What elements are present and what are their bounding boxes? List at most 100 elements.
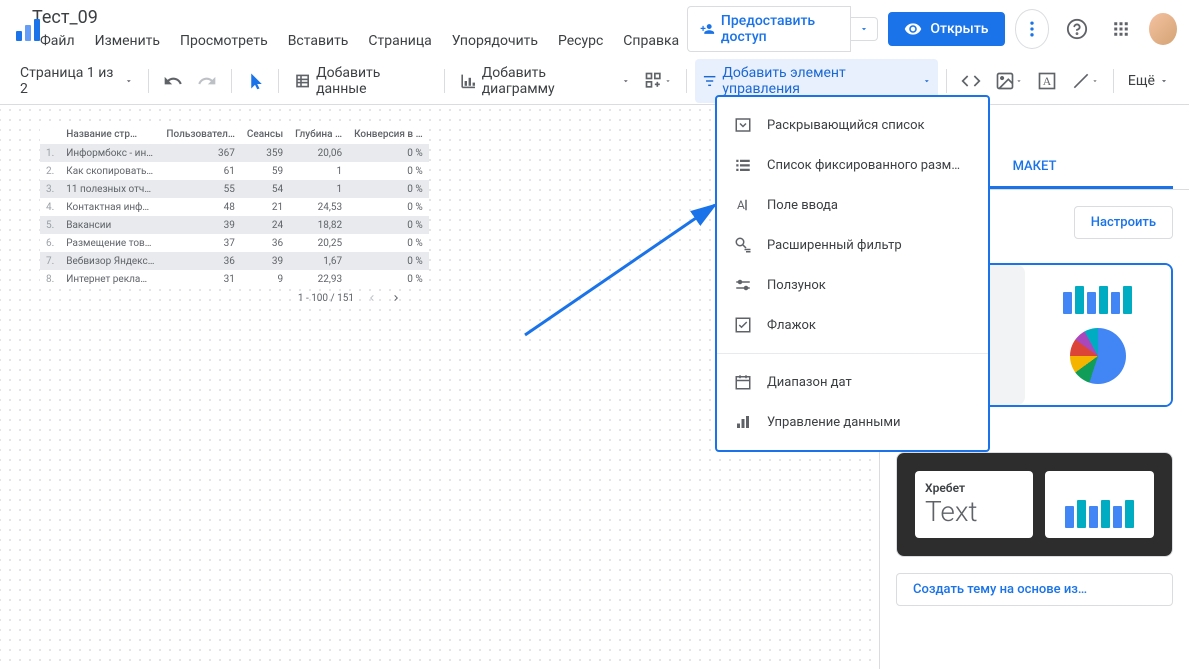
add-control-label: Добавить элемент управления	[722, 65, 918, 97]
menu-resource[interactable]: Ресурс	[550, 31, 611, 51]
chevron-right-icon[interactable]	[390, 292, 402, 304]
database-icon	[293, 71, 312, 91]
text-input-icon: A	[733, 195, 753, 215]
add-data-label: Добавить данные	[316, 65, 429, 97]
open-button[interactable]: Открыть	[888, 12, 1004, 46]
open-label: Открыть	[930, 21, 988, 37]
caret-down-icon	[124, 76, 134, 86]
cursor-icon	[246, 72, 264, 90]
mini-bar-chart-icon	[1045, 471, 1155, 538]
more-options-button[interactable]	[1015, 9, 1050, 49]
svg-text:A: A	[1043, 75, 1052, 88]
add-chart-label: Добавить диаграмму	[482, 65, 617, 97]
more-button[interactable]: Ещё	[1122, 67, 1175, 95]
document-title[interactable]: Тест_09	[32, 7, 687, 29]
line-icon	[1071, 71, 1091, 91]
apps-button[interactable]	[1104, 9, 1139, 49]
dd-dropdown-list[interactable]: Раскрывающийся список	[717, 105, 988, 145]
mini-pie-chart-icon	[1070, 328, 1126, 384]
theme-alt[interactable]: Хребет Text	[896, 452, 1173, 557]
person-add-icon	[700, 20, 715, 38]
filter-icon	[701, 72, 718, 90]
control-dropdown: Раскрывающийся список Список фиксированн…	[715, 95, 990, 452]
line-button[interactable]	[1065, 65, 1105, 97]
page-selector[interactable]: Страница 1 из 2	[14, 59, 140, 103]
dd-data-control[interactable]: Управление данными	[717, 402, 988, 442]
dd-fixed-list[interactable]: Список фиксированного разм…	[717, 145, 988, 185]
checkbox-icon	[733, 315, 753, 335]
search-filter-icon	[733, 235, 753, 255]
customize-button[interactable]: Настроить	[1074, 206, 1173, 239]
menu-bar: Файл Изменить Просмотреть Вставить Стран…	[32, 31, 687, 51]
community-viz-button[interactable]	[638, 65, 678, 97]
menu-insert[interactable]: Вставить	[280, 31, 357, 51]
table-row: 6.Размещение тов…373620,250 %	[40, 234, 429, 252]
table-row: 4.Контактная инф…482124,530 %	[40, 198, 429, 216]
th-conversion: Конверсия в …	[348, 125, 429, 144]
theme2-title: Хребет	[925, 481, 1023, 495]
caret-down-icon	[664, 77, 672, 85]
th-sessions: Сеансы	[241, 125, 289, 144]
slider-icon	[733, 275, 753, 295]
image-button[interactable]	[989, 65, 1029, 97]
annotation-arrow	[440, 200, 730, 360]
caret-down-icon	[621, 76, 631, 86]
th-name: Название стр…	[60, 125, 160, 144]
undo-button[interactable]	[157, 65, 189, 97]
dropdown-list-icon	[733, 115, 753, 135]
dd-slider[interactable]: Ползунок	[717, 265, 988, 305]
eye-icon	[904, 20, 922, 38]
user-avatar[interactable]	[1149, 13, 1177, 45]
help-button[interactable]	[1059, 9, 1094, 49]
more-label: Ещё	[1128, 73, 1155, 89]
text-button[interactable]: A	[1031, 65, 1063, 97]
add-chart-button[interactable]: Добавить диаграмму	[453, 59, 637, 103]
th-users: Пользовател…	[160, 125, 240, 144]
list-icon	[733, 155, 753, 175]
svg-text:A: A	[737, 198, 745, 212]
data-control-icon	[733, 412, 753, 432]
caret-down-icon	[1091, 77, 1099, 85]
table-row: 7.Вебвизор Яндекс…36391,670 %	[40, 252, 429, 270]
embed-button[interactable]	[955, 65, 987, 97]
share-label: Предоставить доступ	[721, 13, 838, 45]
th-index	[40, 125, 60, 144]
text-icon: A	[1037, 71, 1057, 91]
table-row: 1.Информбокс - ин…36735920,060 %	[40, 144, 429, 162]
apps-icon	[1112, 20, 1130, 38]
pager-info: 1 - 100 / 151	[298, 293, 354, 304]
main-area: Название стр… Пользовател… Сеансы Глубин…	[0, 105, 1189, 669]
table-row: 5.Вакансии392418,820 %	[40, 216, 429, 234]
header: Тест_09 Файл Изменить Просмотреть Встави…	[0, 0, 1189, 57]
share-dropdown[interactable]	[851, 17, 878, 41]
share-button[interactable]: Предоставить доступ	[687, 6, 851, 52]
redo-button[interactable]	[191, 65, 223, 97]
menu-edit[interactable]: Изменить	[87, 31, 168, 51]
select-tool[interactable]	[240, 66, 270, 96]
create-theme-button[interactable]: Создать тему на основе из…	[896, 573, 1173, 606]
caret-down-icon	[1015, 77, 1023, 85]
menu-arrange[interactable]: Упорядочить	[444, 31, 546, 51]
add-data-button[interactable]: Добавить данные	[287, 59, 436, 103]
caret-down-icon	[1159, 76, 1169, 86]
theme2-subtitle: Text	[925, 495, 1023, 528]
dd-advanced-filter[interactable]: Расширенный фильтр	[717, 225, 988, 265]
caret-down-icon	[922, 76, 932, 86]
redo-icon	[197, 71, 217, 91]
menu-page[interactable]: Страница	[360, 31, 439, 51]
dd-input[interactable]: A Поле ввода	[717, 185, 988, 225]
th-depth: Глубина …	[289, 125, 348, 144]
menu-help[interactable]: Справка	[615, 31, 687, 51]
undo-icon	[163, 71, 183, 91]
chart-icon	[459, 71, 478, 91]
dd-checkbox[interactable]: Флажок	[717, 305, 988, 345]
chevron-left-icon[interactable]	[366, 292, 378, 304]
table-row: 8.Интернет рекла…31922,930 %	[40, 270, 429, 288]
dd-date-range[interactable]: Диапазон дат	[717, 362, 988, 402]
table-row: 3.11 полезных отч…555410 %	[40, 180, 429, 198]
data-table[interactable]: Название стр… Пользовател… Сеансы Глубин…	[40, 125, 429, 288]
title-block: Тест_09 Файл Изменить Просмотреть Встави…	[32, 7, 687, 51]
menu-view[interactable]: Просмотреть	[172, 31, 276, 51]
grid-plus-icon	[644, 71, 664, 91]
code-icon	[961, 71, 981, 91]
